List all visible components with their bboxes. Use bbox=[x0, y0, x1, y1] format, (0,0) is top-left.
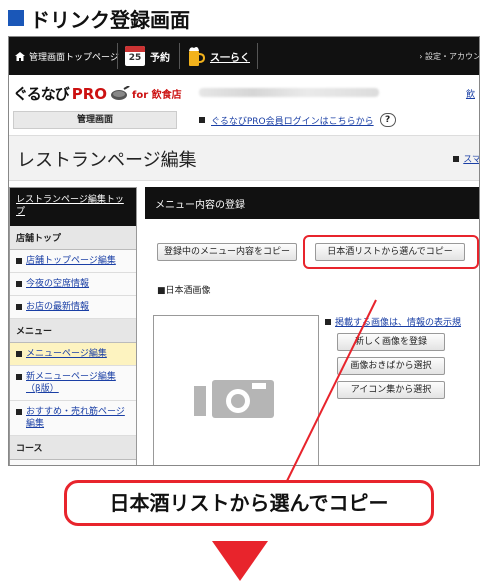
calendar-icon: 25 bbox=[125, 46, 145, 66]
main-content: メニュー内容の登録 登録中のメニュー内容をコピー 日本酒リストから選んでコピー … bbox=[145, 187, 479, 465]
down-arrow-icon bbox=[212, 541, 268, 581]
sidebar-section-store-top: 店舗トップ bbox=[10, 226, 136, 250]
beer-mug-icon bbox=[189, 47, 205, 66]
section-heading: ドリンク登録画面 bbox=[8, 4, 190, 32]
bullet-icon bbox=[16, 304, 22, 310]
home-icon bbox=[15, 52, 25, 61]
screenshot-frame: 管理画面トップページ 25 予約 ス一らく › 設定・アカウン ぐるなび PRO bbox=[8, 36, 480, 466]
copy-current-menu-button[interactable]: 登録中のメニュー内容をコピー bbox=[157, 243, 297, 261]
bullet-icon bbox=[16, 374, 22, 380]
page-title-bar: レストランページ編集 スマ bbox=[9, 135, 479, 181]
admin-screen-label: 管理画面 bbox=[13, 111, 177, 129]
bullet-icon bbox=[325, 318, 331, 325]
sidebar-item-store-top-edit[interactable]: 店舗トップページ編集 bbox=[10, 250, 136, 273]
reservation-label: 予約 bbox=[150, 52, 170, 64]
register-new-image-button[interactable]: 新しく画像を登録 bbox=[337, 333, 445, 351]
bullet-icon bbox=[453, 155, 460, 162]
sidebar-item-new-menu-beta[interactable]: 新メニューページ編集（β版） bbox=[10, 366, 136, 401]
member-login-link[interactable]: ぐるなびPRO会員ログインはこちらから bbox=[211, 114, 374, 127]
top-nav-bar: 管理画面トップページ 25 予約 ス一らく › 設定・アカウン bbox=[9, 37, 479, 75]
nav-divider bbox=[117, 43, 118, 69]
frying-pan-icon bbox=[111, 85, 130, 100]
image-notice-row: 掲載する画像は、情報の表示規 bbox=[325, 315, 461, 328]
image-notice-link[interactable]: 掲載する画像は、情報の表示規 bbox=[335, 315, 461, 328]
gurunavi-pro-logo: ぐるなび PRO for 飲食店 bbox=[13, 84, 182, 104]
nav-divider bbox=[179, 43, 180, 69]
content-header: メニュー内容の登録 bbox=[145, 187, 479, 219]
bullet-icon bbox=[16, 258, 22, 264]
nav-divider bbox=[257, 43, 258, 69]
help-icon[interactable]: ? bbox=[379, 113, 396, 127]
redacted-shop-name bbox=[199, 88, 379, 97]
sidebar-section-menu: メニュー bbox=[10, 319, 136, 343]
reservation-button[interactable]: 25 予約 bbox=[125, 44, 170, 68]
brand-row: ぐるなび PRO for 飲食店 飲 bbox=[9, 75, 479, 111]
smartphone-link[interactable]: スマ bbox=[453, 152, 479, 165]
home-link-label: 管理画面トップページ bbox=[29, 53, 119, 63]
sake-image-label: ■日本酒画像 bbox=[157, 286, 211, 296]
sidebar-section-course: コース bbox=[10, 436, 136, 460]
sake-list-copy-button[interactable]: 日本酒リストから選んでコピー bbox=[315, 243, 465, 261]
page-title: レストランページ編集 bbox=[17, 150, 197, 171]
top-right-link[interactable]: 飲 bbox=[466, 87, 475, 100]
suraku-button[interactable]: ス一らく bbox=[187, 44, 250, 68]
bullet-icon bbox=[16, 409, 22, 415]
bullet-icon bbox=[199, 117, 205, 123]
sidebar-item-tonight-seats[interactable]: 今夜の空席情報 bbox=[10, 273, 136, 296]
bullet-icon bbox=[16, 281, 22, 287]
sidebar-item-menu-edit[interactable]: メニューページ編集 bbox=[10, 343, 136, 366]
heading-square-icon bbox=[8, 10, 24, 26]
heading-text: ドリンク登録画面 bbox=[30, 7, 190, 32]
choose-from-storage-button[interactable]: 画像おきばから選択 bbox=[337, 357, 445, 375]
home-link[interactable]: 管理画面トップページ bbox=[15, 50, 119, 63]
sidebar: レストランページ編集トップ 店舗トップ 店舗トップページ編集 今夜の空席情報 お… bbox=[9, 187, 137, 465]
sidebar-item-recommended[interactable]: おすすめ・売れ筋ページ編集 bbox=[10, 401, 136, 436]
camera-icon bbox=[194, 380, 274, 418]
suraku-label: ス一らく bbox=[210, 52, 250, 64]
sidebar-header-link[interactable]: レストランページ編集トップ bbox=[10, 188, 136, 226]
sake-image-placeholder bbox=[153, 315, 319, 465]
callout-box: 日本酒リストから選んでコピー bbox=[64, 480, 434, 526]
member-login-row: ぐるなびPRO会員ログインはこちらから ? bbox=[199, 113, 396, 127]
choose-from-icons-button[interactable]: アイコン集から選択 bbox=[337, 381, 445, 399]
sidebar-item-latest-news[interactable]: お店の最新情報 bbox=[10, 296, 136, 319]
bullet-icon bbox=[16, 351, 22, 357]
settings-account-link[interactable]: › 設定・アカウン bbox=[419, 51, 479, 62]
